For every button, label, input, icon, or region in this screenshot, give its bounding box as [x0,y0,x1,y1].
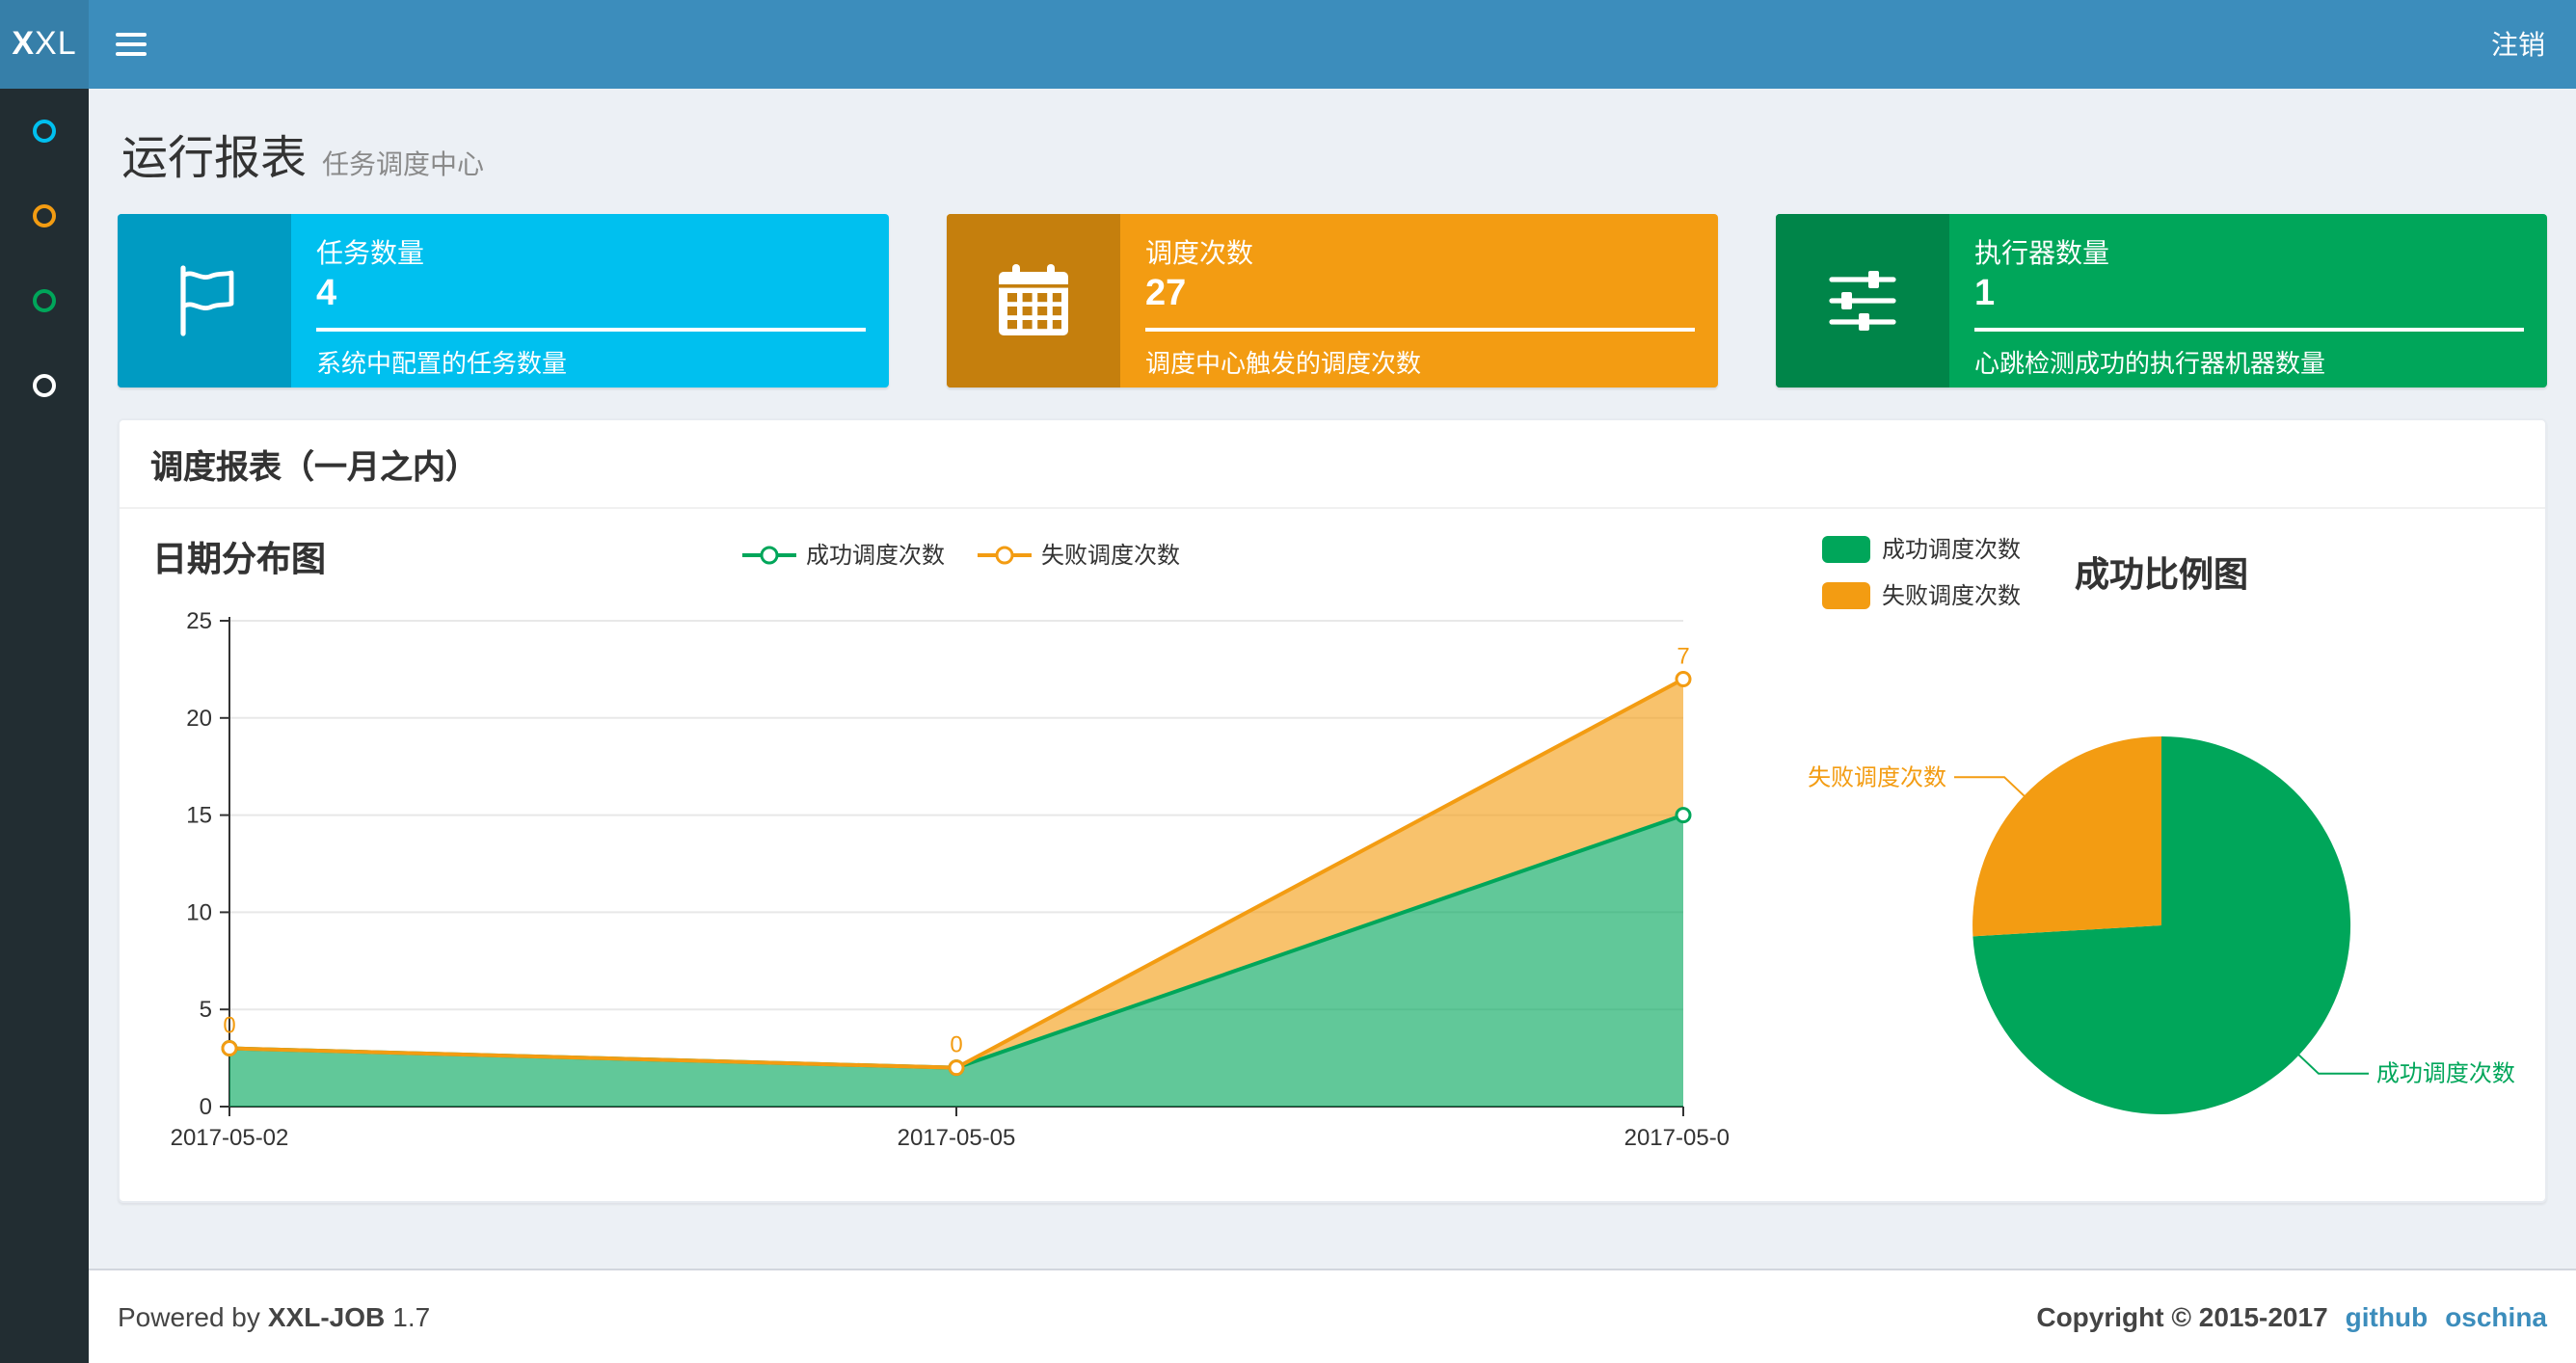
circle-icon [33,289,56,312]
circle-icon [33,204,56,227]
report-panel-title: 调度报表（一月之内） [150,449,478,486]
svg-text:失败调度次数: 失败调度次数 [1808,764,1946,790]
svg-text:15: 15 [186,803,212,829]
sidebar-item-1[interactable] [0,89,89,174]
report-panel-body: 日期分布图 成功调度次数 失败调度次数 0 5 10 15 20 25 2017-05-02 2… [120,509,2545,1201]
info-box-jobs: 任务数量 4 系统中配置的任务数量 [118,214,889,388]
product-name: XXL-JOB [267,1301,386,1332]
pie-chart-title: 成功比例图 [2075,555,2248,594]
logout-link[interactable]: 注销 [2460,0,2576,89]
info-box-description: 系统中配置的任务数量 [316,349,568,378]
svg-text:20: 20 [186,706,212,732]
svg-text:25: 25 [186,608,212,634]
svg-text:2017-05-08: 2017-05-08 [1624,1125,1730,1151]
line-chart-svg: 05101520252017-05-022017-05-052017-05-08… [171,608,1743,1151]
top-navbar: X XL 注销 [0,0,2576,89]
sidebar-item-2[interactable] [0,174,89,258]
svg-text:0: 0 [950,1032,962,1058]
date-distribution-chart: 日期分布图 成功调度次数 失败调度次数 0 5 10 15 20 25 2017-05-02 2… [148,528,1772,1178]
hamburger-icon [116,30,147,59]
info-box-description: 调度中心触发的调度次数 [1145,349,1422,378]
legend-item[interactable]: 成功调度次数 [1822,532,2021,565]
info-box-icon-area [1776,214,1949,388]
info-box-triggers: 调度次数 27 调度中心触发的调度次数 [947,214,1718,388]
legend-label: 成功调度次数 [805,542,945,569]
legend-item[interactable]: 成功调度次数 [740,538,945,571]
progress-bar [1145,328,1695,332]
page-title: 运行报表 [121,133,307,185]
progress-track [1974,328,2524,332]
info-box-number: 4 [316,274,337,314]
info-box-icon-area [947,214,1120,388]
info-box-content: 调度次数 27 调度中心触发的调度次数 [1120,214,1718,388]
svg-text:2017-05-02: 2017-05-02 [171,1125,289,1151]
info-box-title: 任务数量 [316,237,424,268]
svg-text:10: 10 [186,899,212,925]
sidebar-toggle-button[interactable] [89,0,174,89]
progress-track [1145,328,1695,332]
info-box-description: 心跳检测成功的执行器机器数量 [1974,349,2326,378]
legend-swatch-icon [1822,581,1870,608]
legend-item[interactable]: 失败调度次数 [1822,578,2021,611]
app-window: X XL 注销 运行报表 任务调度中心 任务数量 4 系统中配置的任务数量 调度… [0,0,2576,1363]
page-subtitle: 任务调度中心 [322,148,484,179]
line-legend-marker-icon [741,545,796,564]
sidebar [0,89,89,1363]
footer: Powered by XXL-JOB 1.7 Copyright © 2015-… [89,1269,2576,1363]
oschina-link[interactable]: oschina [2445,1301,2547,1332]
sidebar-item-4[interactable] [0,343,89,428]
copyright-text: Copyright © 2015-2017 [2036,1301,2328,1332]
footer-powered-by: Powered by XXL-JOB 1.7 [118,1301,431,1332]
circle-icon [33,374,56,397]
success-ratio-legend: 成功调度次数 失败调度次数 [1822,532,2021,625]
legend-label: 失败调度次数 [1041,542,1181,569]
flag-icon [180,265,234,336]
legend-item[interactable]: 失败调度次数 [976,538,1180,571]
svg-text:0: 0 [200,1094,212,1120]
chart-header: 日期分布图 成功调度次数 失败调度次数 [148,528,1772,590]
info-box-content: 任务数量 4 系统中配置的任务数量 [291,214,889,388]
svg-text:0: 0 [223,1013,235,1039]
legend-label: 成功调度次数 [1882,536,2022,563]
info-box-content: 执行器数量 1 心跳检测成功的执行器机器数量 [1949,214,2547,388]
github-link[interactable]: github [2346,1301,2428,1332]
line-legend-marker-icon [978,545,1032,564]
info-box-icon-area [118,214,291,388]
svg-text:7: 7 [1677,643,1689,669]
svg-text:成功调度次数: 成功调度次数 [2376,1061,2515,1087]
page-header: 运行报表 任务调度中心 [121,120,2547,187]
svg-text:5: 5 [200,997,212,1023]
logo-text: XL [35,25,77,62]
svg-text:2017-05-05: 2017-05-05 [898,1125,1016,1151]
progress-bar [316,328,866,332]
line-chart-title: 日期分布图 [152,540,326,578]
legend-label: 失败调度次数 [1882,582,2022,609]
footer-copyright-area: Copyright © 2015-2017 github oschina [2036,1301,2547,1332]
content-area: 运行报表 任务调度中心 任务数量 4 系统中配置的任务数量 调度次数 27 调度… [89,89,2576,1269]
logo[interactable]: X XL [0,0,89,89]
progress-bar [1974,328,2524,332]
calendar-icon [999,264,1068,335]
info-box-number: 27 [1145,274,1187,314]
circle-icon [33,120,56,143]
sliders-icon [1829,271,1896,331]
info-box-title: 执行器数量 [1974,237,2109,268]
info-box-row: 任务数量 4 系统中配置的任务数量 调度次数 27 调度中心触发的调度次数 执行… [118,214,2547,388]
date-distribution-plot: 05101520252017-05-022017-05-052017-05-08… [148,590,1772,1178]
legend-swatch-icon [1822,535,1870,562]
success-ratio-chart: 成功调度次数 失败调度次数 成功比例图 成功调度次数 失败调度次数 [1772,528,2520,1178]
sidebar-item-3[interactable] [0,258,89,343]
progress-track [316,328,866,332]
report-panel: 调度报表（一月之内） 日期分布图 成功调度次数 失败调度次数 0 5 10 15 20 25… [118,418,2547,1203]
logo-text-bold: X [12,25,36,62]
info-box-number: 1 [1974,274,1996,314]
report-panel-header: 调度报表（一月之内） [120,420,2545,509]
date-distribution-legend: 成功调度次数 失败调度次数 [148,528,1772,571]
product-version: 1.7 [392,1301,431,1332]
info-box-executors: 执行器数量 1 心跳检测成功的执行器机器数量 [1776,214,2547,388]
info-box-title: 调度次数 [1145,237,1253,268]
